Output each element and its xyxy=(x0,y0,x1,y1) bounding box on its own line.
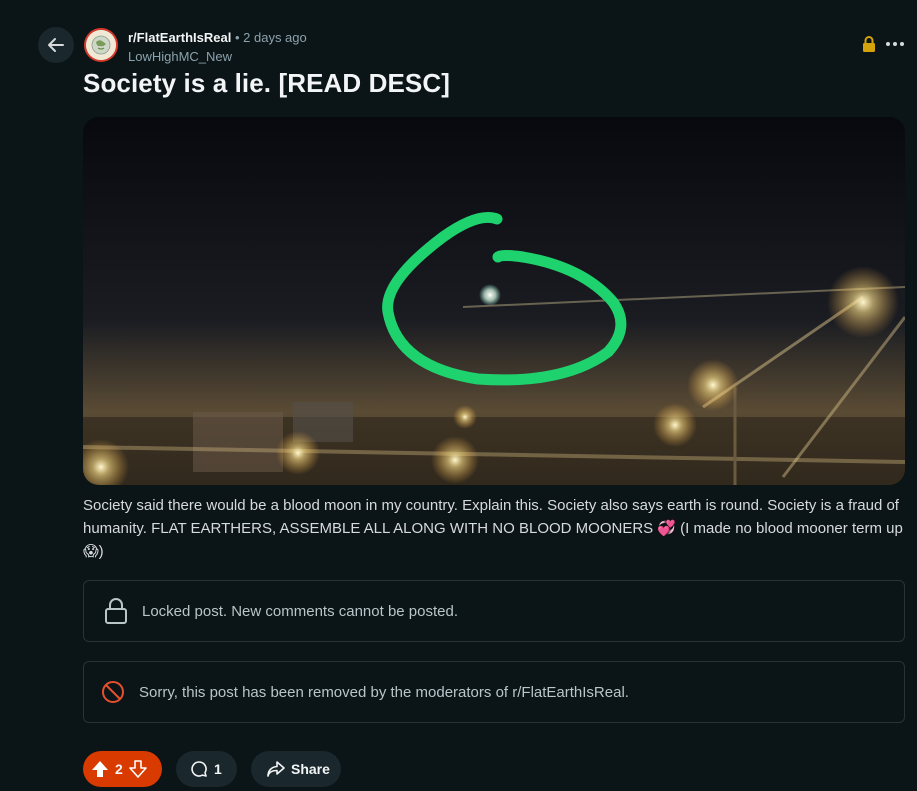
downvote-icon[interactable] xyxy=(128,760,147,778)
post-title: Society is a lie. [READ DESC] xyxy=(83,68,451,98)
comment-count: 1 xyxy=(214,761,222,777)
locked-notice: Locked post. New comments cannot be post… xyxy=(83,580,905,642)
comments-button[interactable]: 1 xyxy=(176,751,237,787)
vote-count: 2 xyxy=(115,761,123,777)
padlock-icon xyxy=(104,598,128,624)
night-sky-photo xyxy=(83,117,905,485)
upvote-icon[interactable] xyxy=(91,760,109,778)
lock-icon xyxy=(862,36,878,52)
ellipsis-icon xyxy=(886,42,904,46)
meta-separator: • xyxy=(234,30,240,45)
share-label: Share xyxy=(291,761,330,777)
locked-notice-text: Locked post. New comments cannot be post… xyxy=(142,602,459,620)
post-body: Society said there would be a blood moon… xyxy=(83,497,903,560)
author-link[interactable]: LowHighMC_New xyxy=(128,48,307,65)
removed-notice: Sorry, this post has been removed by the… xyxy=(83,661,905,723)
arrow-left-icon xyxy=(47,36,65,54)
back-button[interactable] xyxy=(38,27,74,63)
share-icon xyxy=(267,760,285,778)
share-button[interactable]: Share xyxy=(251,751,341,787)
post-time: 2 days ago xyxy=(243,30,307,45)
post-image[interactable] xyxy=(83,117,905,485)
subreddit-link[interactable]: r/FlatEarthIsReal xyxy=(128,30,231,45)
post-meta: r/FlatEarthIsReal • 2 days ago LowHighMC… xyxy=(128,29,307,65)
comment-icon xyxy=(190,760,208,778)
subreddit-avatar[interactable] xyxy=(84,28,118,62)
more-options-button[interactable] xyxy=(884,34,906,54)
ban-icon xyxy=(101,680,125,704)
removed-notice-text: Sorry, this post has been removed by the… xyxy=(139,683,629,701)
post-actions: 2 1 Share xyxy=(83,751,341,787)
vote-control: 2 xyxy=(83,751,162,787)
